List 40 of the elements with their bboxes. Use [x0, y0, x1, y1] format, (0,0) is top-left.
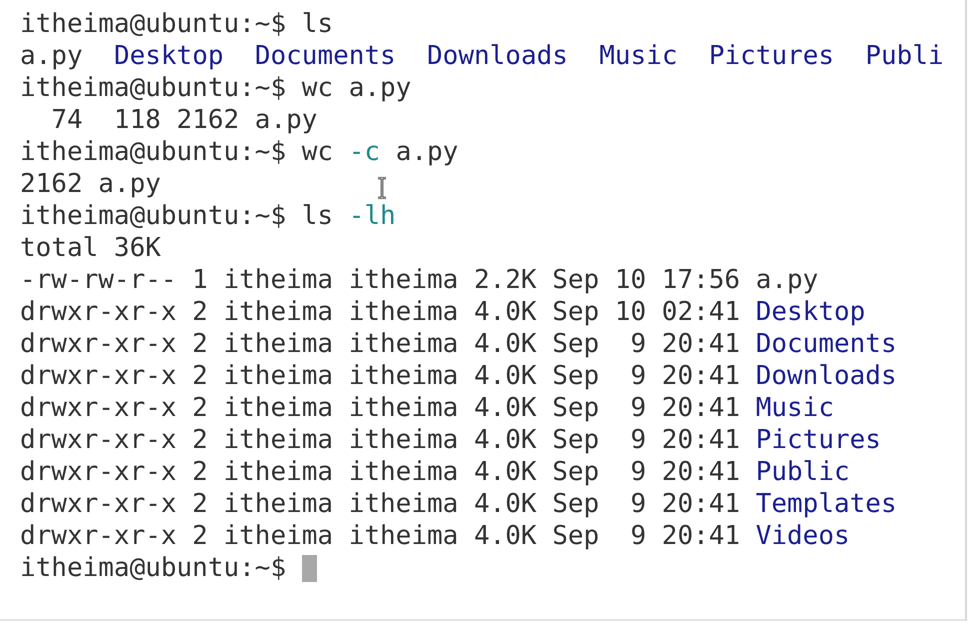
prompt-text: itheima@ubuntu:~$ [20, 200, 286, 232]
directory-name: Downloads [427, 40, 568, 72]
directory-name: Pictures [756, 424, 881, 456]
output-text: drwxr-xr-x 2 itheima itheima 4.0K Sep 9 20:41 [20, 328, 740, 360]
prompt-text: itheima@ubuntu:~$ [20, 552, 286, 584]
directory-name: Desktop [756, 296, 866, 328]
output-text: drwxr-xr-x 2 itheima itheima 4.0K Sep 9 20:41 [20, 520, 740, 552]
output-text: -rw-rw-r-- 1 itheima itheima 2.2K Sep 10 17:56 a.py [20, 264, 818, 296]
output-text: drwxr-xr-x 2 itheima itheima 4.0K Sep 9 20:41 [20, 392, 740, 424]
output-text: drwxr-xr-x 2 itheima itheima 4.0K Sep 9 20:41 [20, 456, 740, 488]
directory-name: Videos [756, 520, 850, 552]
output-text: drwxr-xr-x 2 itheima itheima 4.0K Sep 10 02:41 [20, 296, 740, 328]
ibeam-cursor-icon [376, 177, 388, 199]
output-text: wc [302, 136, 334, 168]
output-text: total 36K [20, 232, 161, 264]
directory-name: Publi [865, 40, 944, 72]
output-text: 2162 a.py [20, 168, 161, 200]
output-text: wc a.py [302, 72, 412, 104]
output-text: ls [302, 8, 334, 40]
option-text: -lh [348, 200, 396, 232]
directory-name: Music [756, 392, 834, 424]
directory-name: Documents [756, 328, 897, 360]
directory-name: Music [599, 40, 678, 72]
prompt-text: itheima@ubuntu:~$ [20, 136, 286, 168]
prompt-text: itheima@ubuntu:~$ [20, 72, 286, 104]
directory-name: Downloads [756, 360, 897, 392]
directory-name: Public [756, 456, 850, 488]
output-text: 74 118 2162 a.py [51, 104, 318, 136]
output-text: drwxr-xr-x 2 itheima itheima 4.0K Sep 9 20:41 [20, 424, 740, 456]
output-text: drwxr-xr-x 2 itheima itheima 4.0K Sep 9 20:41 [20, 360, 740, 392]
directory-name: Pictures [708, 40, 834, 72]
output-text: drwxr-xr-x 2 itheima itheima 4.0K Sep 9 20:41 [20, 488, 740, 520]
option-text: -c [348, 136, 380, 168]
directory-name: Documents [254, 40, 396, 72]
prompt-text: itheima@ubuntu:~$ [20, 8, 286, 40]
output-text: ls [302, 200, 334, 232]
output-text: a.py [396, 136, 458, 168]
output-text: a.py [20, 40, 83, 72]
directory-name: Templates [756, 488, 897, 520]
directory-name: Desktop [114, 40, 224, 72]
